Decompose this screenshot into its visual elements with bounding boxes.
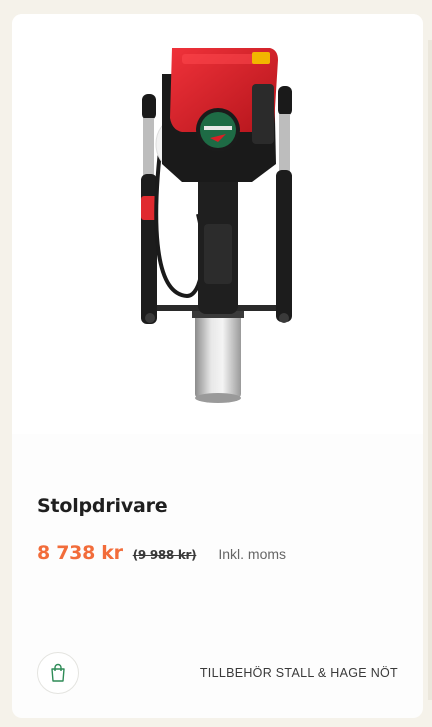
tax-note: Inkl. moms [218, 546, 287, 562]
product-image[interactable] [12, 14, 423, 434]
product-title[interactable]: Stolpdrivare [37, 492, 168, 520]
product-card[interactable]: Stolpdrivare 8 738 kr (9 988 kr) Inkl. m… [12, 14, 423, 718]
post-driver-illustration [141, 48, 292, 403]
add-to-cart-button[interactable] [37, 652, 79, 694]
current-price: 8 738 kr [37, 542, 123, 564]
price-row: 8 738 kr (9 988 kr) Inkl. moms [37, 542, 286, 568]
shopping-bag-icon [51, 663, 65, 682]
category-link[interactable]: TILLBEHÖR STALL & HAGE NÖT [200, 666, 398, 680]
next-card-edge [428, 40, 432, 700]
original-price: (9 988 kr) [132, 548, 197, 562]
